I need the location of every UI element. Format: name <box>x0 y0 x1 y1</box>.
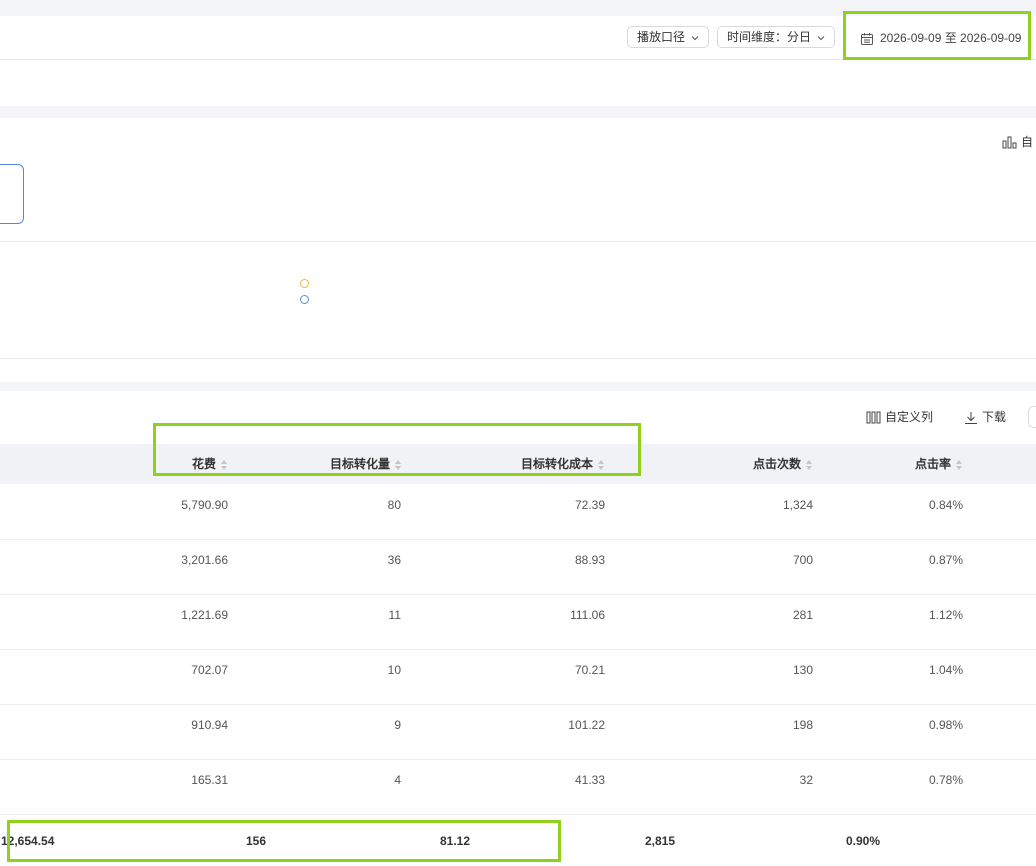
more-button-fragment[interactable] <box>1028 406 1036 428</box>
cell-ctr: 0.78% <box>928 773 963 787</box>
column-header-label: 目标转化量 <box>329 457 390 471</box>
cell-cost: 41.33 <box>574 773 605 787</box>
chevron-down-icon <box>692 35 699 41</box>
download-icon <box>965 411 977 424</box>
download-label: 下载 <box>982 410 1007 424</box>
cell-conversions: 11 <box>388 608 401 622</box>
cell-cost: 101.22 <box>568 718 605 732</box>
chart-settings-label: 自 <box>1021 135 1034 149</box>
cell-spend: 165.31 <box>191 773 228 787</box>
column-header-spend[interactable]: 花费 <box>192 456 228 472</box>
cell-conversions: 36 <box>387 553 401 567</box>
column-header-target-cost[interactable]: 目标转化成本 <box>521 456 605 472</box>
total-conversions: 156 <box>246 834 267 848</box>
sort-icon[interactable] <box>806 459 813 470</box>
cell-ctr: 0.84% <box>928 498 963 512</box>
chart-divider-bottom <box>0 358 1036 359</box>
total-clicks: 2,815 <box>645 834 676 848</box>
cell-ctr: 1.12% <box>928 608 963 622</box>
table-row: 5,790.90 80 72.39 1,324 0.84% <box>0 485 1036 540</box>
cell-cost: 70.21 <box>574 663 605 677</box>
sort-icon[interactable] <box>598 459 605 470</box>
metric-card[interactable] <box>0 164 24 224</box>
column-header-clicks[interactable]: 点击次数 <box>753 456 813 472</box>
cell-clicks: 198 <box>792 718 813 732</box>
table-row: 910.94 9 101.22 198 0.98% <box>0 705 1036 760</box>
cell-clicks: 281 <box>792 608 813 622</box>
total-ctr: 0.90% <box>846 834 881 848</box>
total-spend: 12,654.54 <box>1 834 55 848</box>
cell-conversions: 80 <box>387 498 401 512</box>
download-button[interactable]: 下载 <box>964 409 1006 425</box>
cell-spend: 702.07 <box>191 663 228 677</box>
cell-clicks: 1,324 <box>782 498 813 512</box>
column-header-label: 点击次数 <box>752 457 801 471</box>
cell-cost: 72.39 <box>574 498 605 512</box>
totals-row <box>0 815 1036 866</box>
cell-conversions: 10 <box>387 663 401 677</box>
column-header-label: 目标转化成本 <box>520 457 593 471</box>
play-scope-dropdown[interactable]: 播放口径 <box>627 26 710 48</box>
custom-columns-button[interactable]: 自定义列 <box>866 409 933 425</box>
filter-divider <box>0 59 1036 60</box>
cell-cost: 111.06 <box>570 608 605 622</box>
cell-ctr: 1.04% <box>928 663 963 677</box>
calendar-icon <box>861 32 873 45</box>
table-row: 1,221.69 11 111.06 281 1.12% <box>0 595 1036 650</box>
legend-dot-orange[interactable] <box>300 279 309 288</box>
chart-divider-top <box>0 241 1036 242</box>
cell-conversions: 9 <box>394 718 401 732</box>
cell-clicks: 130 <box>792 663 813 677</box>
cell-spend: 3,201.66 <box>181 553 228 567</box>
column-header-ctr[interactable]: 点击率 <box>915 456 963 472</box>
time-dimension-label: 时间维度：分日 <box>727 30 812 44</box>
time-dimension-dropdown[interactable]: 时间维度：分日 <box>717 26 836 48</box>
cell-cost: 88.93 <box>574 553 605 567</box>
date-range-picker[interactable]: 2026-09-09 至 2026-09-09 <box>860 28 1021 48</box>
cell-spend: 910.94 <box>191 718 228 732</box>
play-scope-label: 播放口径 <box>637 30 686 44</box>
sort-icon[interactable] <box>956 459 963 470</box>
table-row: 3,201.66 36 88.93 700 0.87% <box>0 540 1036 595</box>
sort-icon[interactable] <box>395 459 402 470</box>
cell-conversions: 4 <box>394 773 401 787</box>
column-header-label: 点击率 <box>914 457 951 471</box>
cell-clicks: 32 <box>799 773 813 787</box>
date-range-text: 2026-09-09 至 2026-09-09 <box>880 31 1022 45</box>
bar-chart-icon <box>1002 136 1017 149</box>
chart-settings-button[interactable]: 自 <box>1002 134 1033 150</box>
table-header <box>0 444 1036 484</box>
legend-dot-blue[interactable] <box>300 295 309 304</box>
table-row: 702.07 10 70.21 130 1.04% <box>0 650 1036 705</box>
cell-clicks: 700 <box>792 553 813 567</box>
cell-ctr: 0.98% <box>928 718 963 732</box>
cell-spend: 1,221.69 <box>181 608 228 622</box>
chart-panel <box>0 118 1036 382</box>
custom-columns-label: 自定义列 <box>885 410 934 424</box>
sort-icon[interactable] <box>221 459 228 470</box>
columns-icon <box>866 411 881 424</box>
total-cost: 81.12 <box>440 834 471 848</box>
table-row: 165.31 4 41.33 32 0.78% <box>0 760 1036 815</box>
chevron-down-icon <box>818 35 825 41</box>
cell-ctr: 0.87% <box>928 553 963 567</box>
column-header-target-conversions[interactable]: 目标转化量 <box>330 456 402 472</box>
cell-spend: 5,790.90 <box>181 498 228 512</box>
column-header-label: 花费 <box>191 457 216 471</box>
